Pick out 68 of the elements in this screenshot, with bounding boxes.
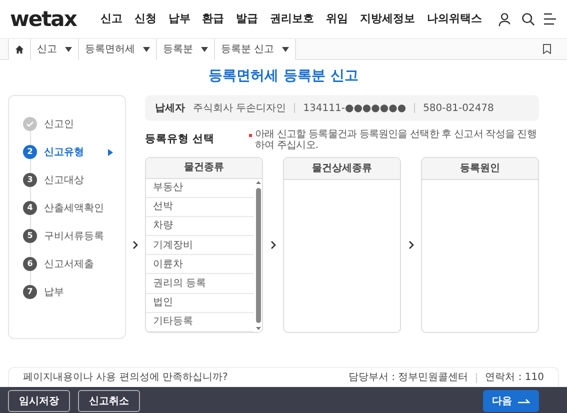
breadcrumb-dropdown[interactable]: 등록면허세 — [79, 38, 157, 60]
user-icon[interactable] — [498, 12, 513, 26]
triangle-icon — [108, 148, 113, 156]
page-title: 등록면허세 등록분 신고 — [208, 68, 358, 84]
chevron-right-icon — [270, 241, 276, 249]
step-number: 2 — [23, 145, 37, 159]
scrollbar[interactable] — [256, 188, 260, 323]
step-number: 6 — [23, 257, 37, 271]
section-heading: 등록유형 선택 — [145, 132, 215, 148]
list-item[interactable]: 기계장비 — [146, 236, 254, 256]
caret-icon — [65, 46, 72, 52]
chevron-right-icon — [133, 241, 138, 249]
taxpayer-name: 주식회사 두손디자인 — [193, 102, 286, 116]
list-item[interactable]: 권리의 등록 — [146, 274, 254, 294]
step-label: 신고대상 — [44, 174, 84, 188]
step-number: 7 — [23, 285, 37, 299]
caret-icon — [282, 46, 290, 52]
department-text: 담당부서 : 정부민원콜센터 — [348, 371, 468, 385]
bookmark-icon[interactable] — [543, 44, 551, 54]
nav-link[interactable]: 납부 — [168, 10, 190, 28]
home-icon[interactable] — [15, 44, 24, 54]
list-item[interactable]: 선박 — [146, 198, 254, 217]
list-item[interactable]: 차량 — [146, 216, 254, 236]
id-number: 134111-●●●●●●● — [303, 102, 406, 116]
nav-link[interactable]: 위임 — [326, 10, 348, 28]
column-header: 물건상세종류 — [312, 162, 372, 176]
scroll-up-icon[interactable] — [256, 180, 260, 184]
instruction-note: 아래 신고할 등록물건과 등록원인을 선택한 후 신고서 작성을 진행하여 주십시오. — [255, 129, 538, 151]
breadcrumb-dropdown[interactable]: 등록분 신고 — [215, 38, 296, 60]
field-label: 납세자 — [155, 102, 185, 116]
save-button[interactable]: 임시저장 — [8, 390, 70, 412]
list-item[interactable]: 부동산 — [146, 178, 254, 198]
cancel-button[interactable]: 신고취소 — [78, 390, 140, 412]
bullet-icon — [249, 134, 252, 137]
logo[interactable]: wetax — [10, 8, 76, 30]
breadcrumb-dropdown[interactable]: 등록분 — [157, 38, 215, 60]
survey-question: 페이지내용이나 사용 편의성에 만족하십니까? — [23, 371, 228, 385]
step-label: 신고서제출 — [44, 258, 94, 272]
list-item[interactable]: 기타등록 — [146, 312, 254, 332]
nav-link[interactable]: 환급 — [202, 10, 224, 28]
column-header: 물건종류 — [184, 161, 224, 176]
nav-link[interactable]: 발급 — [236, 10, 258, 28]
step-label: 구비서류등록 — [44, 230, 104, 244]
caret-icon — [143, 46, 150, 52]
contact-text: 연락처 : 110 — [485, 371, 544, 385]
breadcrumb-dropdown[interactable]: 신고 — [31, 38, 79, 60]
nav-link[interactable]: 지방세정보 — [360, 10, 415, 28]
nav-link[interactable]: 권리보호 — [270, 10, 314, 28]
step-label: 신고인 — [44, 118, 74, 132]
nav-link[interactable]: 나의위택스 — [426, 10, 482, 28]
search-icon[interactable] — [521, 12, 535, 26]
list-item[interactable]: 이륜차 — [146, 255, 254, 274]
business-number: 580-81-02478 — [423, 102, 494, 116]
caret-icon — [201, 46, 208, 52]
chevron-right-icon — [408, 241, 414, 249]
list-item[interactable]: 법인 — [146, 294, 254, 313]
scroll-down-icon[interactable] — [256, 327, 260, 330]
column-header: 등록원인 — [460, 162, 500, 176]
step-label: 산출세액확인 — [44, 202, 104, 216]
step-number: 3 — [23, 173, 37, 187]
menu-icon[interactable] — [543, 13, 557, 25]
step-number: 4 — [23, 201, 37, 215]
next-button[interactable]: 다음 — [483, 390, 539, 412]
step-label: 신고유형 — [44, 146, 84, 160]
nav-link[interactable]: 신고 — [100, 10, 122, 28]
nav-link[interactable]: 신청 — [134, 10, 156, 28]
step-label: 납부 — [44, 286, 64, 300]
step-number: 5 — [23, 229, 37, 243]
